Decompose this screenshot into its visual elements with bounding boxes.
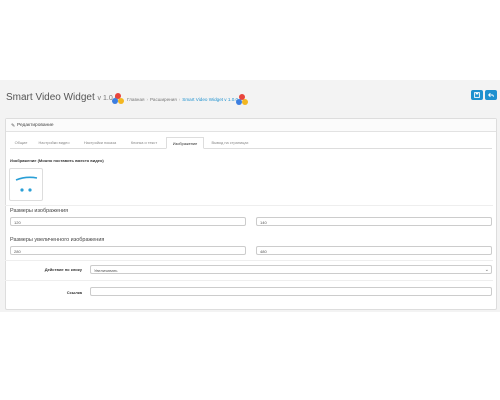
click-action-label: Действие по клику <box>44 267 82 272</box>
tab-image[interactable]: Изображение <box>166 137 204 149</box>
reply-icon <box>485 90 497 100</box>
chevron-down-icon: ⌄ <box>484 267 489 273</box>
click-action-select[interactable]: Увеличивать ⌄ <box>90 265 492 274</box>
zoom-width-input[interactable]: 280 <box>10 246 246 255</box>
panel-title: Редактирование <box>17 122 54 128</box>
image-width-input[interactable]: 120 <box>10 217 246 226</box>
breadcrumb: Главная › Расширения › Smart Video Widget v … <box>127 97 239 102</box>
image-section-label: Изображение (Можно поставить вместо виде… <box>10 158 104 163</box>
opencart-cart-icon <box>15 176 38 192</box>
back-button[interactable] <box>485 90 497 100</box>
tab-page-output[interactable]: Вывод на страницах <box>205 138 255 148</box>
tab-button-text[interactable]: Кнопка и текст <box>124 138 164 148</box>
panel-heading: ✎ Редактирование <box>6 119 496 132</box>
image-thumbnail[interactable] <box>9 168 43 201</box>
edit-panel: ✎ Редактирование Общие Настройки видео Н… <box>5 118 497 310</box>
click-action-value: Увеличивать <box>94 268 118 273</box>
opencart-logo-icon <box>112 93 124 104</box>
breadcrumb-extensions[interactable]: Расширения <box>150 97 177 102</box>
divider <box>5 205 493 206</box>
save-icon <box>471 90 483 100</box>
tab-video-settings[interactable]: Настройки видео <box>33 138 75 148</box>
tab-bar: Общие Настройки видео Настройки показа К… <box>10 137 492 149</box>
opencart-logo-icon <box>236 94 248 105</box>
zoom-height-input[interactable]: 480 <box>256 246 492 255</box>
zoom-size-label: Размеры увеличенного изображения <box>10 237 105 243</box>
tab-display-settings[interactable]: Настройки показа <box>77 138 123 148</box>
pencil-icon: ✎ <box>11 122 16 129</box>
image-size-label: Размеры изображения <box>10 208 69 214</box>
save-button[interactable] <box>471 90 483 100</box>
extension-name: Smart Video Widget <box>6 92 95 103</box>
tab-general[interactable]: Общие <box>10 138 32 148</box>
page-title: Smart Video Widget v 1.0.0 <box>6 92 119 103</box>
breadcrumb-home[interactable]: Главная <box>127 97 144 102</box>
divider <box>5 280 493 281</box>
divider <box>5 260 493 261</box>
image-height-input[interactable]: 140 <box>256 217 492 226</box>
breadcrumb-current[interactable]: Smart Video Widget v 1.0.0 <box>182 97 238 102</box>
link-label: Ссылка <box>66 290 82 295</box>
link-input[interactable] <box>90 287 492 296</box>
